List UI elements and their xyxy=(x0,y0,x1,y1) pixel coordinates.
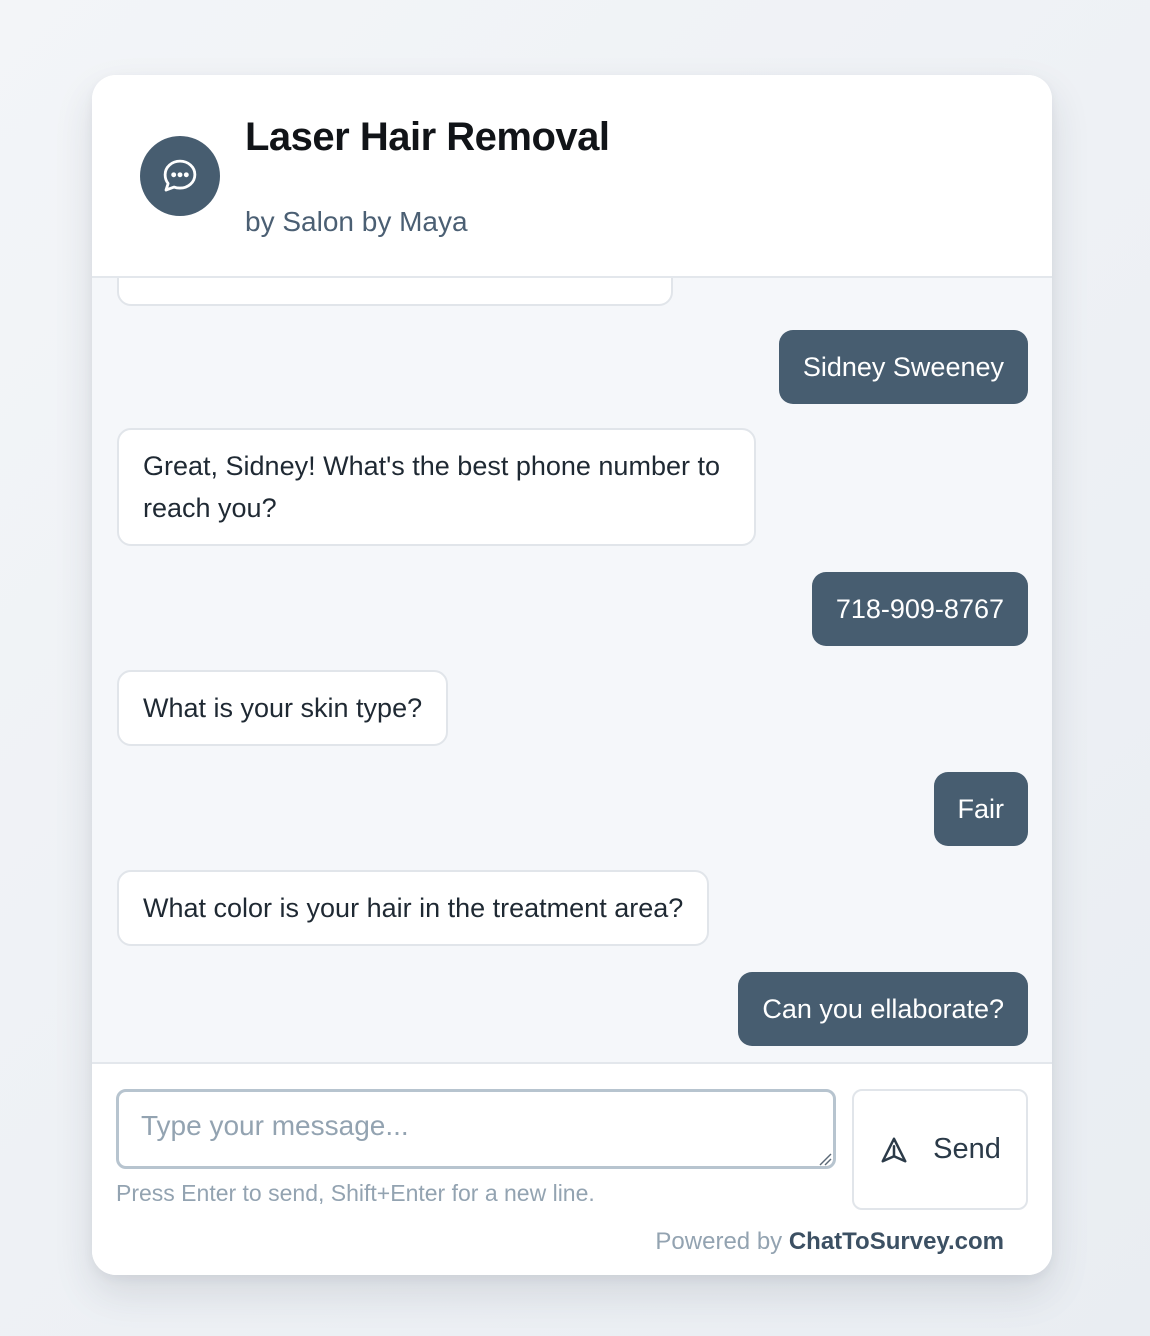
user-message: 718-909-8767 xyxy=(811,572,1028,646)
chat-header: Laser Hair Removal by Salon by Maya xyxy=(92,75,1052,278)
composer-hint: Press Enter to send, Shift+Enter for a n… xyxy=(116,1180,595,1206)
send-button-label: Send xyxy=(933,1133,1001,1165)
user-message: Fair xyxy=(933,772,1028,846)
bot-message-text: Great, Sidney! What's the best phone num… xyxy=(143,451,720,523)
chat-bubble-icon xyxy=(163,159,197,192)
user-message-text: Can you ellaborate? xyxy=(762,994,1004,1024)
bot-message xyxy=(117,278,673,306)
powered-by-prefix: Powered by xyxy=(655,1228,783,1255)
send-button[interactable]: Send xyxy=(852,1089,1028,1210)
chat-widget: Laser Hair Removal by Salon by Maya Sidn… xyxy=(92,75,1052,1275)
resize-handle-icon[interactable] xyxy=(818,1152,832,1166)
user-message: Can you ellaborate? xyxy=(738,972,1028,1046)
bot-message-text: What is your skin type? xyxy=(143,693,423,723)
user-message-text: Sidney Sweeney xyxy=(802,352,1004,382)
bot-message: Great, Sidney! What's the best phone num… xyxy=(117,428,756,546)
user-message: Sidney Sweeney xyxy=(778,330,1028,404)
chat-composer: Send Press Enter to send, Shift+Enter fo… xyxy=(92,1062,1052,1275)
powered-by: Powered by ChatToSurvey.com xyxy=(655,1228,1004,1256)
bot-message: What color is your hair in the treatment… xyxy=(117,870,710,946)
chat-avatar xyxy=(140,136,220,216)
bot-message: What is your skin type? xyxy=(117,670,449,746)
page-subtitle: by Salon by Maya xyxy=(245,206,468,237)
user-message-text: Fair xyxy=(957,794,1005,824)
page-title: Laser Hair Removal xyxy=(245,115,610,159)
powered-by-link[interactable]: ChatToSurvey.com xyxy=(789,1228,1004,1255)
send-icon xyxy=(881,1137,907,1162)
message-input[interactable] xyxy=(116,1089,836,1169)
message-list[interactable]: Sidney Sweeney Great, Sidney! What's the… xyxy=(92,278,1052,1062)
bot-message-text: What color is your hair in the treatment… xyxy=(143,893,684,923)
user-message-text: 718-909-8767 xyxy=(835,594,1004,624)
